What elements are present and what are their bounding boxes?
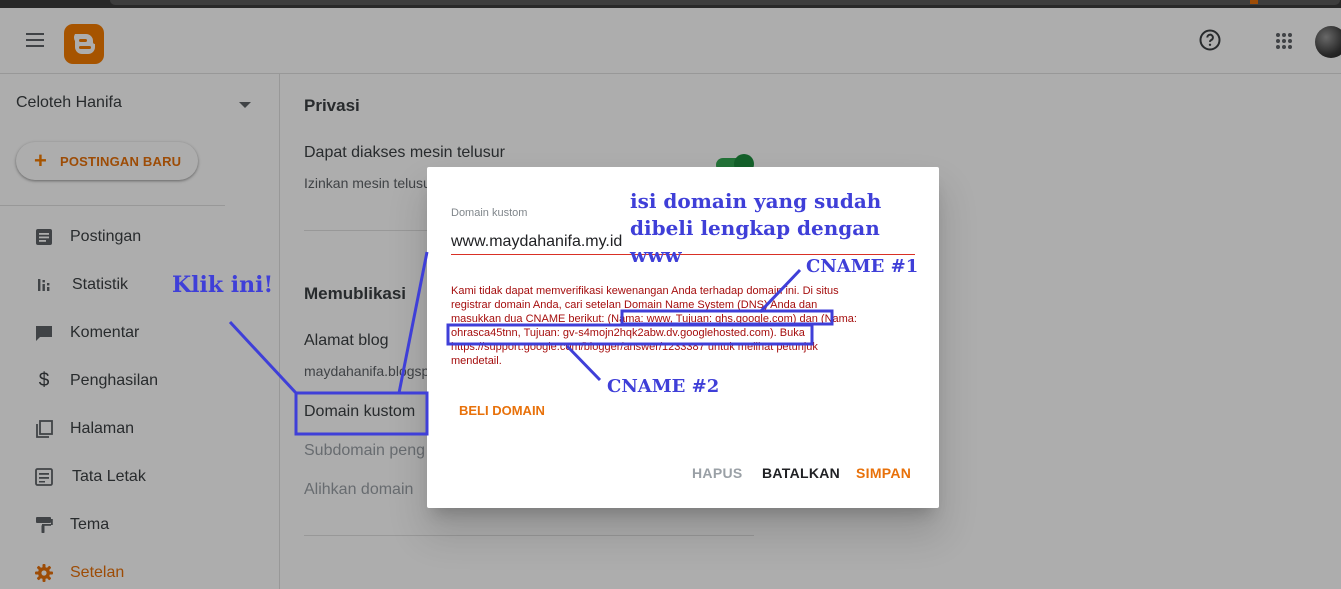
annotation-cname1: CNAME #1 <box>806 256 919 277</box>
verification-error-message: Kami tidak dapat memverifikasi kewenanga… <box>451 284 915 368</box>
error-line: mendetail. <box>451 355 502 367</box>
error-line: masukkan dua CNAME berikut: <box>451 313 608 325</box>
cname2-record: ohrasca45tnn, Tujuan: gv-s4mojn2hqk2abw.… <box>451 327 771 339</box>
help-link[interactable]: https://support.google.com/blogger/answe… <box>451 341 818 353</box>
error-line: registrar domain Anda, cari setelan Doma… <box>451 299 818 311</box>
error-line: ). Buka <box>770 327 805 339</box>
cancel-button[interactable]: BATALKAN <box>762 465 840 481</box>
annotation-line: isi domain yang sudah <box>630 189 882 213</box>
save-button[interactable]: SIMPAN <box>856 465 911 481</box>
error-line: Kami tidak dapat memverifikasi kewenanga… <box>451 285 839 297</box>
error-line: ) dan (Nama: <box>792 313 857 325</box>
delete-button[interactable]: HAPUS <box>692 465 743 481</box>
annotation-line: dibeli lengkap dengan <box>630 216 880 240</box>
buy-domain-button[interactable]: BELI DOMAIN <box>451 399 553 421</box>
field-label: Domain kustom <box>451 207 528 219</box>
annotation-cname2: CNAME #2 <box>607 376 720 397</box>
annotation-klik-ini: Klik ini! <box>172 272 274 298</box>
cname1-record: (Nama: www, Tujuan: ghs.google.com <box>607 313 793 325</box>
